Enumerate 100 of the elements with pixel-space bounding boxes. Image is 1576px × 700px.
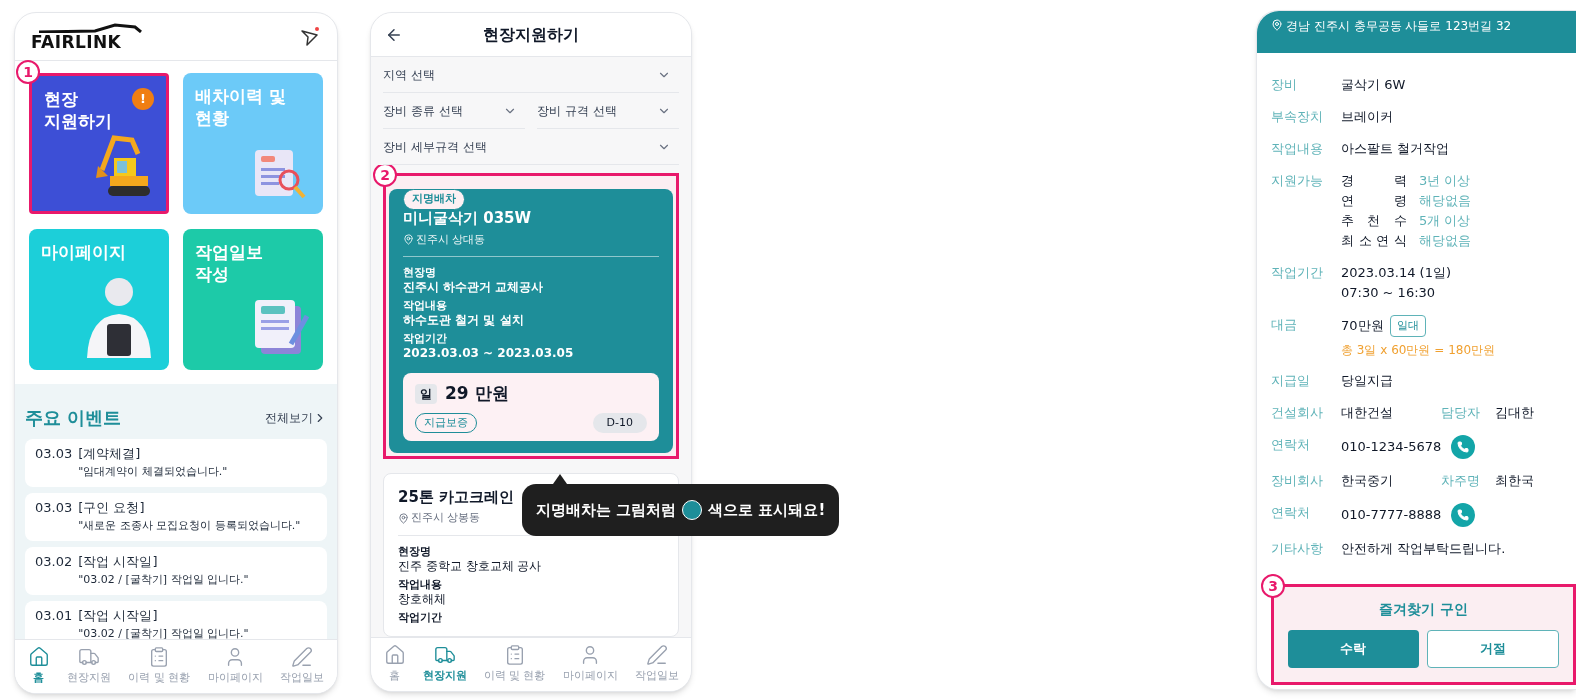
send-icon[interactable]: [299, 25, 321, 48]
detail-value: 브레이커: [1341, 108, 1393, 126]
event-card[interactable]: 03.02 [작업 시작일] "03.02 / [굴착기] 작업일 입니다.": [25, 547, 327, 595]
nav-tab[interactable]: 홈: [383, 644, 406, 685]
event-tag: [작업 시작일]: [78, 607, 249, 625]
filter-dropdown[interactable]: 장비 세부규격 선택: [383, 129, 679, 165]
detail-label: 작업내용: [1271, 140, 1324, 158]
requirement-value: 해당없음: [1419, 192, 1471, 210]
phone-icon: [1457, 509, 1470, 521]
pay-type-tag: 일대: [1389, 315, 1426, 337]
event-tag: [작업 시작일]: [78, 553, 249, 571]
call-button[interactable]: [1451, 435, 1476, 459]
reject-button[interactable]: 거절: [1426, 630, 1559, 668]
event-card[interactable]: 03.03 [구인 요청] "새로운 조종사 모집요청이 등록되었습니다.": [25, 493, 327, 541]
nav-label: 작업일보: [634, 668, 679, 685]
detail-value: 07:30 ~ 16:30: [1341, 284, 1437, 302]
detail-label: 지급일: [1271, 372, 1311, 390]
d-day-badge: D-10: [592, 412, 647, 433]
step-number: 3: [1261, 574, 1285, 598]
price-unit: 일: [415, 383, 437, 404]
nav-label: 현장지원: [67, 670, 112, 687]
section-title: 주요 이벤트: [25, 406, 122, 430]
alert-badge: !: [132, 88, 154, 110]
detail-value: 굴삭기 6W: [1341, 76, 1406, 94]
field-label: 현장명: [403, 265, 437, 279]
nav-label: 이력 및 현황: [128, 670, 191, 687]
event-message: "03.02 / [굴착기] 작업일 입니다.": [78, 626, 249, 639]
requirement-value: 5개 이상: [1419, 212, 1471, 230]
tooltip-text: 색으로 표시돼요!: [708, 499, 826, 521]
accept-button[interactable]: 수락: [1288, 630, 1419, 668]
detail-value: 당일지급: [1341, 372, 1393, 390]
call-button[interactable]: [1451, 503, 1476, 527]
dispatch-tag: 지명배차: [403, 189, 465, 210]
detail-value: 최한국: [1495, 472, 1534, 490]
event-message: "03.02 / [굴착기] 작업일 입니다.": [78, 572, 249, 588]
nav-tab[interactable]: 마이페이지: [207, 646, 263, 687]
nav-tab[interactable]: 이력 및 현황: [128, 646, 191, 687]
step-number: 1: [16, 60, 40, 84]
detail-label: 차주명: [1441, 472, 1481, 490]
nav-tab[interactable]: 이력 및 현황: [483, 644, 546, 685]
location-pin-icon: [398, 512, 409, 524]
nav-tab[interactable]: 현장지원: [422, 644, 467, 685]
pen-icon: [291, 646, 314, 669]
detail-value: 70만원: [1341, 317, 1384, 335]
requirement-name: 연 령: [1341, 192, 1407, 210]
location-pin-icon: [1271, 19, 1283, 31]
detail-label: 장비회사: [1271, 472, 1324, 490]
event-date: 03.01: [35, 607, 73, 625]
field-value: 창호해체: [398, 590, 447, 607]
detail-label: 연락처: [1271, 436, 1311, 454]
logo-wordmark: FAIRLINK: [31, 32, 123, 51]
nav-label: 홈: [389, 668, 400, 685]
event-tag: [계약체결]: [78, 445, 228, 463]
address-text: 경남 진주시 충무공동 사들로 123번길 32: [1286, 18, 1512, 35]
detail-label: 지원가능: [1271, 172, 1324, 190]
detail-value: 김대한: [1495, 404, 1534, 422]
menu-tile[interactable]: 작업일보 작성: [183, 229, 323, 370]
event-card[interactable]: 03.03 [계약체결] "임대계약이 체결되었습니다.": [25, 439, 327, 487]
event-card[interactable]: 03.01 [작업 시작일] "03.02 / [굴착기] 작업일 입니다.": [25, 601, 327, 639]
filter-dropdown[interactable]: 장비 종류 선택: [383, 93, 525, 129]
job-location: 진주시 상봉동: [411, 510, 481, 526]
detail-value: 안전하게 작업부탁드립니다.: [1341, 540, 1506, 558]
detail-label: 연락처: [1271, 504, 1311, 522]
event-tag: [구인 요청]: [78, 499, 301, 517]
tile-label: 마이페이지: [41, 241, 126, 263]
nav-tab[interactable]: 홈: [27, 646, 50, 687]
field-label: 작업기간: [403, 331, 448, 345]
location-pin-icon: [403, 234, 414, 246]
nav-label: 홈: [33, 670, 45, 687]
view-all-link[interactable]: 전체보기: [265, 408, 327, 427]
pen-icon: [645, 644, 668, 667]
nav-tab[interactable]: 마이페이지: [562, 644, 618, 685]
tooltip-text: 지명배차는 그림처럼: [536, 499, 677, 521]
detail-value: 대한건설: [1341, 404, 1394, 422]
field-label: 작업기간: [398, 609, 443, 624]
nav-tab[interactable]: 현장지원: [67, 646, 112, 687]
filter-dropdown[interactable]: 장비 규격 선택: [537, 93, 679, 129]
phone-number: 010-7777-8888: [1341, 506, 1442, 524]
nav-tab[interactable]: 작업일보: [634, 644, 679, 685]
home-icon: [27, 646, 50, 669]
job-title: 미니굴삭기 035W: [403, 208, 533, 229]
nav-tab[interactable]: 작업일보: [280, 646, 325, 687]
detail-value: 2023.03.14 (1일): [1341, 264, 1451, 282]
job-location: 진주시 상대동: [416, 231, 486, 248]
field-label: 작업내용: [403, 298, 448, 312]
nav-label: 이력 및 현황: [483, 668, 546, 685]
field-label: 작업내용: [398, 576, 443, 591]
event-message: "새로운 조종사 모집요청이 등록되었습니다.": [78, 518, 301, 534]
tile-label: 작업일보 작성: [195, 241, 263, 285]
event-date: 03.02: [35, 553, 73, 571]
pay-total-note: 총 3일 x 60만원 = 180만원: [1341, 342, 1496, 359]
filter-dropdown[interactable]: 지역 선택: [383, 57, 679, 93]
tile-label: 배차이력 및 현황: [195, 85, 286, 129]
job-title: 25톤 카고크레인: [398, 486, 516, 508]
detail-label: 기타사항: [1271, 540, 1324, 558]
requirement-name: 경 력: [1341, 172, 1407, 190]
detail-label: 장비: [1271, 76, 1298, 94]
phone-number: 010-1234-5678: [1341, 438, 1442, 456]
requirement-name: 최 소 연 식: [1341, 232, 1407, 250]
nav-label: 현장지원: [422, 668, 467, 685]
